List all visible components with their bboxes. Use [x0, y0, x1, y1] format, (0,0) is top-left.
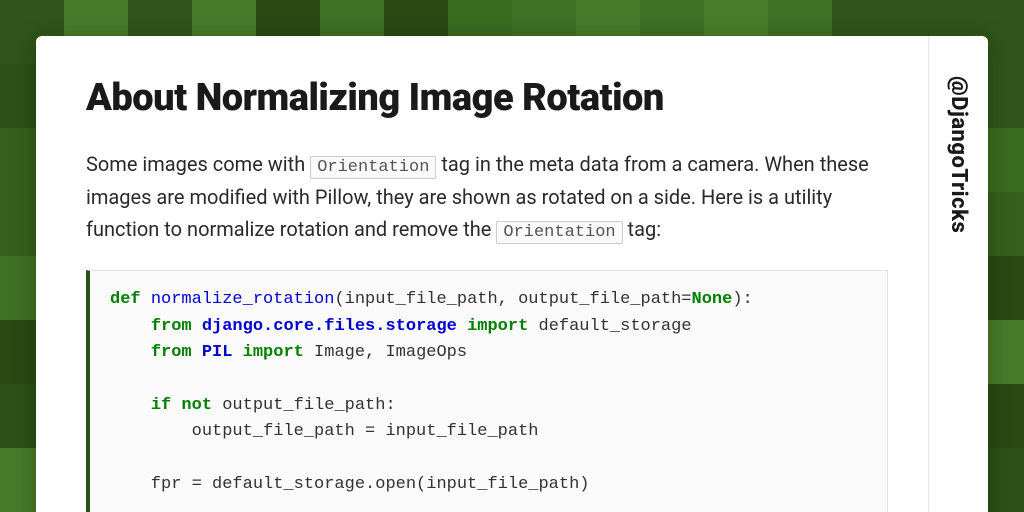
- code-text: fpr = default_storage.open(input_file_pa…: [110, 475, 589, 494]
- kw-from: from: [151, 317, 192, 336]
- code-text: output_file_path = input_file_path: [110, 422, 538, 441]
- sidebar: @DjangoTricks: [928, 36, 988, 512]
- kw-from: from: [151, 343, 192, 362]
- kw-import: import: [243, 343, 304, 362]
- inline-code-orientation-2: Orientation: [496, 221, 622, 244]
- intro-text-1: Some images come with: [86, 152, 310, 176]
- inline-code-orientation-1: Orientation: [310, 156, 436, 179]
- code-text: (input_file_path, output_file_path=: [334, 290, 691, 309]
- code-text: output_file_path:: [212, 396, 396, 415]
- kw-if: if: [151, 396, 171, 415]
- page-title: About Normalizing Image Rotation: [86, 76, 888, 120]
- author-handle[interactable]: @DjangoTricks: [946, 76, 971, 233]
- kw-not: not: [181, 396, 212, 415]
- lit-none: None: [692, 290, 733, 309]
- code-text: ):: [732, 290, 752, 309]
- code-block: def normalize_rotation(input_file_path, …: [86, 270, 888, 512]
- intro-paragraph: Some images come with Orientation tag in…: [86, 148, 888, 246]
- code-text: default_storage: [528, 317, 691, 336]
- article-content: About Normalizing Image Rotation Some im…: [36, 36, 928, 512]
- kw-def: def: [110, 290, 141, 309]
- article-card: About Normalizing Image Rotation Some im…: [36, 36, 988, 512]
- fn-name: normalize_rotation: [151, 290, 335, 309]
- mod-name: PIL: [202, 343, 233, 362]
- kw-import: import: [467, 317, 528, 336]
- mod-name: django.core.files.storage: [202, 317, 457, 336]
- intro-text-3: tag:: [623, 217, 661, 241]
- code-text: Image, ImageOps: [304, 343, 467, 362]
